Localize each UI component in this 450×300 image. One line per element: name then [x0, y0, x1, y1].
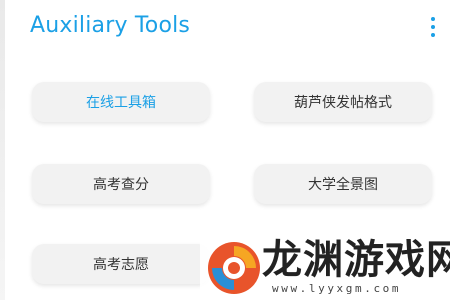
tool-button-online-toolbox[interactable]: 在线工具箱 [32, 82, 210, 122]
watermark-url: www.lyyxgm.com [272, 282, 402, 295]
watermark: 龙渊游戏网 www.lyyxgm.com [200, 232, 450, 300]
watermark-text: 龙渊游戏网 [262, 237, 450, 283]
app-title: Auxiliary Tools [30, 13, 191, 38]
left-edge-shadow [0, 0, 5, 300]
menu-dot [431, 25, 435, 29]
tool-button-label: 在线工具箱 [86, 95, 156, 111]
menu-dot [431, 33, 435, 37]
tool-button-college-application[interactable]: 高考志愿 [32, 244, 210, 284]
tool-button-post-format[interactable]: 葫芦侠发帖格式 [254, 82, 432, 122]
watermark-logo-icon [208, 242, 260, 294]
tool-button-university-panorama[interactable]: 大学全景图 [254, 164, 432, 204]
tool-button-label: 高考志愿 [93, 257, 149, 273]
tool-button-label: 大学全景图 [308, 177, 378, 193]
more-vertical-icon[interactable] [428, 16, 438, 38]
tool-button-label: 高考查分 [93, 177, 149, 193]
tool-button-exam-score[interactable]: 高考查分 [32, 164, 210, 204]
menu-dot [431, 17, 435, 21]
tool-button-label: 葫芦侠发帖格式 [294, 95, 392, 111]
